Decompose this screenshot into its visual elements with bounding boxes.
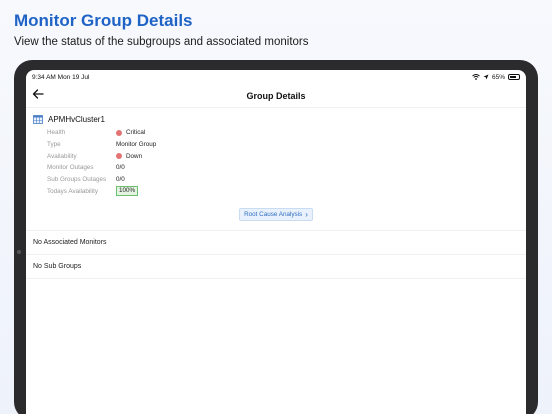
status-time: 9:34 AM Mon 19 Jul (32, 73, 90, 81)
wifi-icon (472, 74, 480, 80)
sub-groups-row[interactable]: No Sub Groups (26, 254, 526, 278)
location-icon (483, 74, 489, 80)
chevron-right-icon: › (305, 209, 308, 219)
group-details: Health Critical Type Monitor Group Avail… (26, 127, 526, 197)
detail-row-type: Type Monitor Group (47, 139, 526, 151)
critical-status-dot (116, 129, 122, 136)
battery-percent: 65% (491, 73, 505, 81)
todays-availability-value: 100% (116, 186, 139, 197)
group-name: APMHvCluster1 (48, 115, 105, 124)
detail-row-monitor-outages: Monitor Outages 0/0 (47, 162, 526, 174)
rca-container: Root Cause Analysis › (26, 208, 526, 222)
health-label: Health (47, 129, 66, 137)
tablet-frame: 9:34 AM Mon 19 Jul 65% Group Details APM… (14, 60, 538, 414)
nav-bar: Group Details (26, 84, 526, 108)
associated-monitors-row[interactable]: No Associated Monitors (26, 230, 526, 254)
back-arrow-icon[interactable] (32, 88, 46, 102)
health-value: Critical (116, 129, 145, 136)
todays-availability-label: Todays Availability (47, 187, 98, 195)
type-value: Monitor Group (116, 141, 157, 149)
promo-subtitle: View the status of the subgroups and ass… (14, 36, 309, 48)
app-screen: 9:34 AM Mon 19 Jul 65% Group Details APM… (26, 70, 526, 414)
availability-value: Down (116, 153, 142, 160)
root-cause-label: Root Cause Analysis (244, 211, 303, 219)
down-status-dot (116, 153, 122, 160)
section-divider (26, 278, 526, 280)
root-cause-analysis-button[interactable]: Root Cause Analysis › (239, 208, 313, 222)
status-indicators: 65% (472, 74, 520, 81)
availability-text: Down (126, 152, 143, 160)
monitor-outages-label: Monitor Outages (47, 164, 94, 172)
promo-title: Monitor Group Details (14, 11, 193, 30)
nav-title: Group Details (246, 90, 306, 101)
type-label: Type (47, 141, 61, 149)
group-header: APMHvCluster1 (26, 108, 526, 124)
monitor-outages-value: 0/0 (116, 164, 125, 172)
subgroup-outages-value: 0/0 (116, 176, 125, 184)
subgroup-outages-label: Sub Groups Outages (47, 176, 107, 184)
camera-dot (17, 250, 21, 254)
grid-table-icon (33, 115, 43, 124)
battery-icon (508, 74, 520, 80)
availability-label: Availability (47, 152, 77, 160)
health-text: Critical (126, 129, 146, 137)
detail-row-health: Health Critical (47, 127, 526, 139)
availability-badge: 100% (116, 186, 139, 197)
status-bar: 9:34 AM Mon 19 Jul 65% (26, 70, 526, 84)
detail-row-todays-availability: Todays Availability 100% (47, 185, 526, 197)
detail-row-subgroup-outages: Sub Groups Outages 0/0 (47, 174, 526, 186)
detail-row-availability: Availability Down (47, 150, 526, 162)
